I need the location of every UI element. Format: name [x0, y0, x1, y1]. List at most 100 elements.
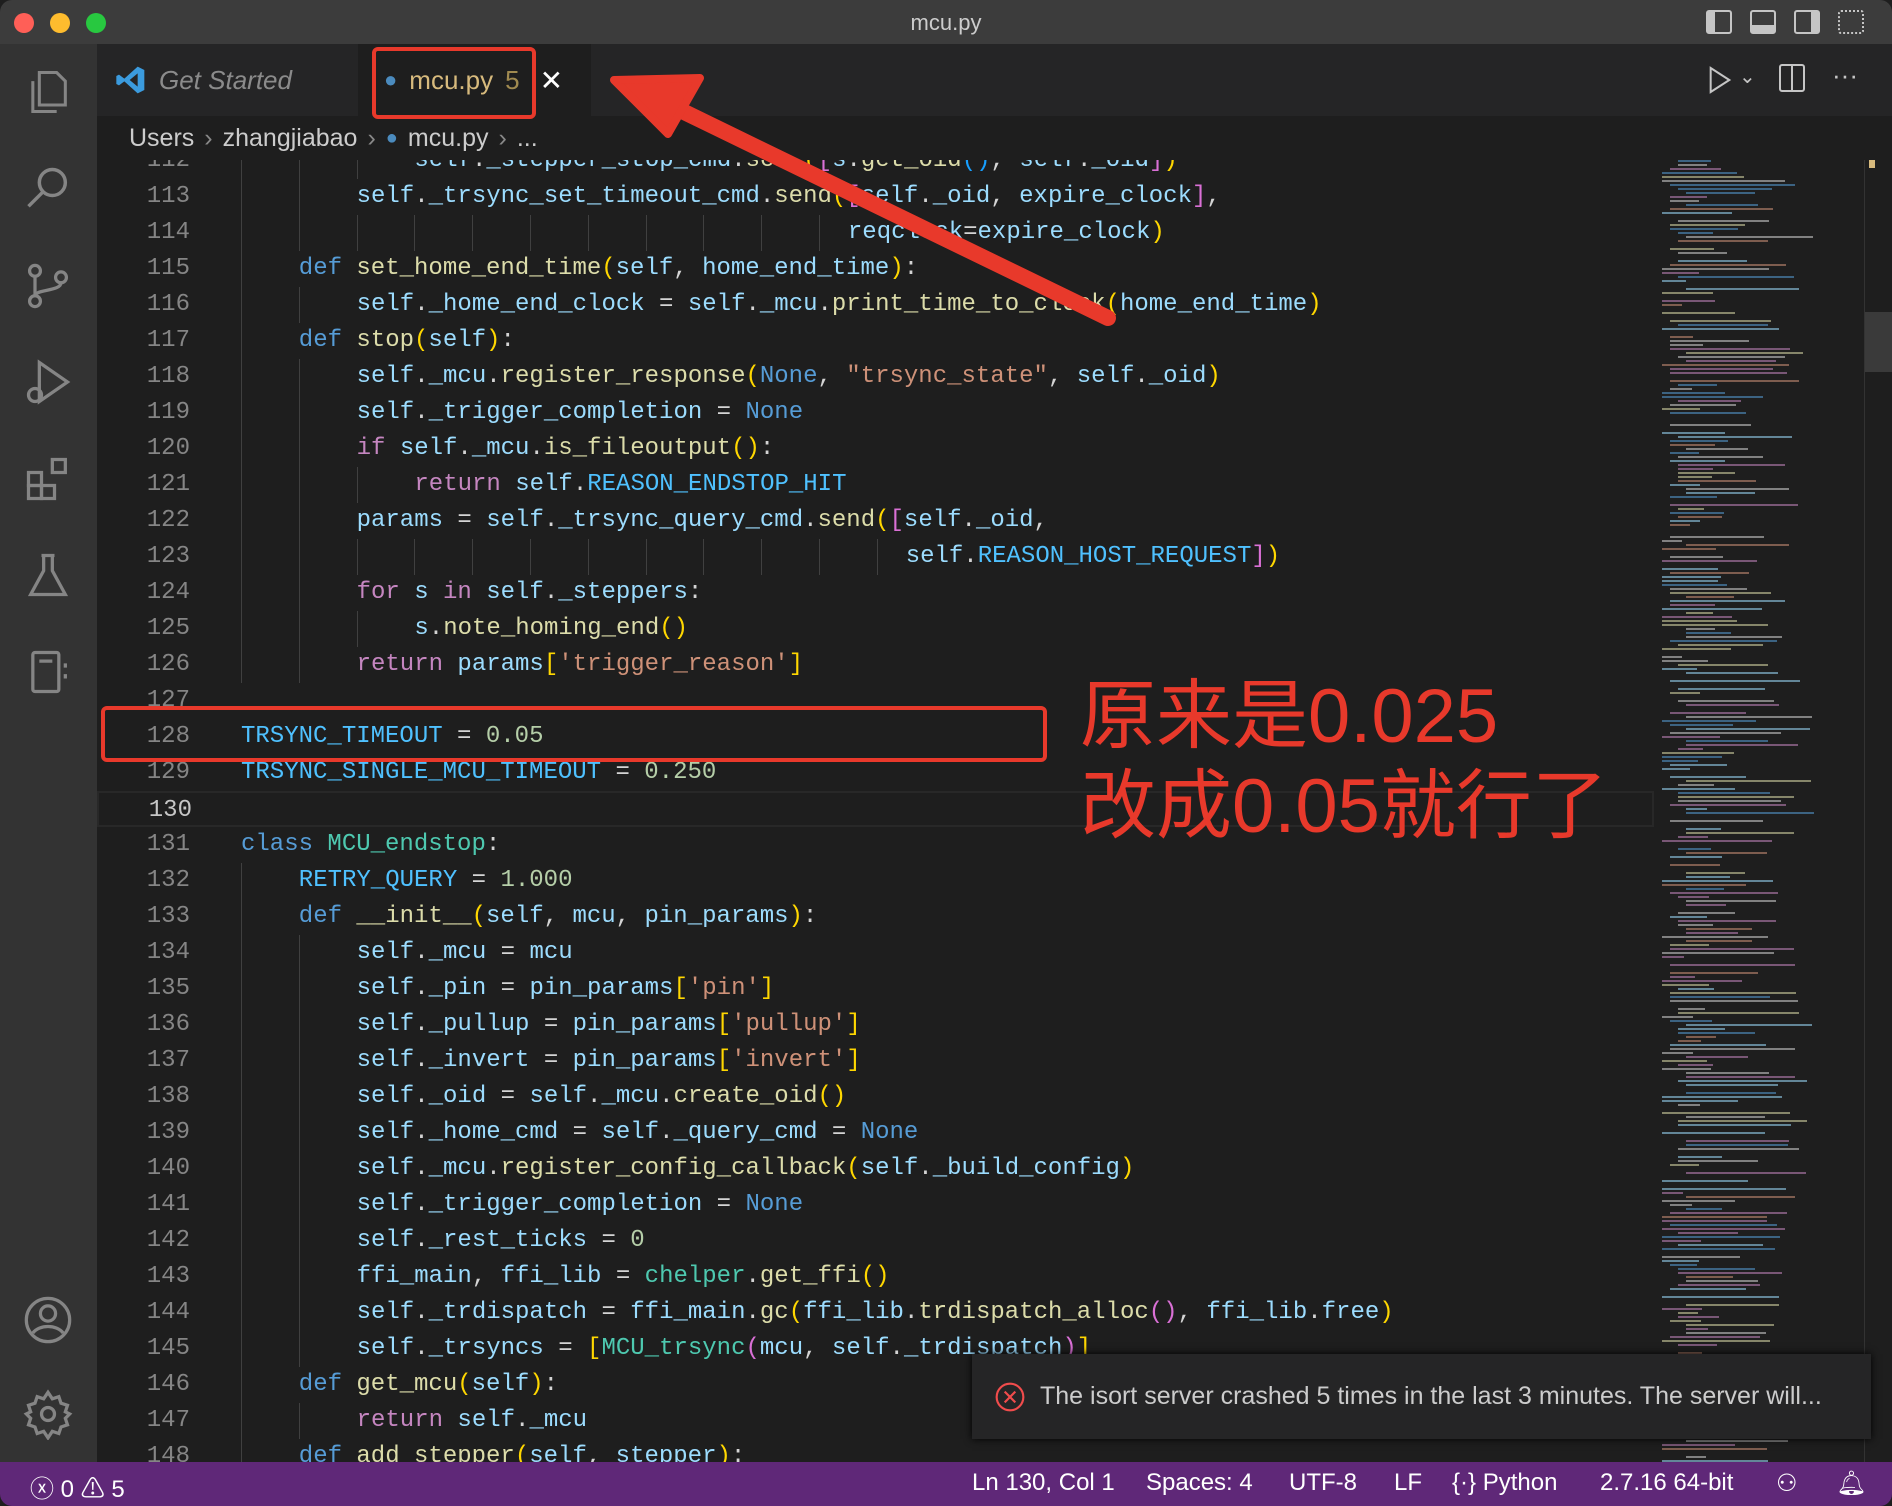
breadcrumb-item[interactable]: ... [517, 124, 538, 153]
source-control-icon[interactable] [22, 260, 74, 312]
code-token: . [745, 1263, 760, 1290]
code-line[interactable]: 148 def add_stepper(self, stepper): [97, 1439, 1654, 1462]
code-line[interactable]: 143 ffi_main, ffi_lib = chelper.get_ffi() [97, 1259, 1654, 1295]
code-line[interactable]: 136 self._pullup = pin_params['pullup'] [97, 1007, 1654, 1043]
code-line[interactable]: 144 self._trdispatch = ffi_main.gc(ffi_li… [97, 1295, 1654, 1331]
code-line[interactable]: 141 self._trigger_completion = None [97, 1187, 1654, 1223]
settings-gear-icon[interactable] [22, 1388, 74, 1440]
minimap-line [1662, 396, 1764, 398]
run-python-file-icon[interactable] [1702, 64, 1738, 96]
notifications-bell-icon[interactable]: 🔔︎ [1836, 1469, 1866, 1498]
code-token: expire_clock [977, 219, 1151, 246]
code-line[interactable]: 134 self._mcu = mcu [97, 935, 1654, 971]
code-line[interactable]: 135 self._pin = pin_params['pin'] [97, 971, 1654, 1007]
code-token: = [817, 1119, 861, 1146]
feedback-icon[interactable]: ⚇ [1776, 1469, 1798, 1498]
toggle-primary-sidebar-icon[interactable] [1706, 10, 1732, 34]
accounts-icon[interactable] [22, 1294, 74, 1346]
code-token: 'trigger_reason' [558, 651, 789, 678]
line-number: 138 [146, 1083, 190, 1110]
minimap-line [1670, 412, 1747, 414]
testing-icon[interactable] [22, 549, 74, 601]
code-line[interactable]: 121 return self.REASON_ENDSTOP_HIT [97, 467, 1654, 503]
customize-layout-icon[interactable] [1838, 10, 1864, 34]
minimap-line [1662, 1220, 1768, 1222]
search-icon[interactable] [22, 163, 74, 215]
language-mode[interactable]: {·} Python [1452, 1469, 1557, 1497]
minimap-line [1686, 904, 1727, 906]
notification-toast[interactable]: The isort server crashed 5 times in the … [972, 1354, 1871, 1439]
tab-get-started[interactable]: Get Started [97, 44, 358, 116]
minimap-line [1686, 672, 1778, 674]
code-line[interactable]: 118 self._mcu.register_response(None, "tr… [97, 359, 1654, 395]
breadcrumb-item[interactable]: zhangjiabao [223, 124, 358, 153]
indent-guide [241, 647, 242, 683]
code-text: reqclock=expire_clock) [848, 215, 1165, 251]
indent-guide [530, 539, 531, 575]
code-line[interactable]: 113 self._trsync_set_timeout_cmd.send([se… [97, 179, 1654, 215]
run-dropdown-chevron-icon[interactable]: ⌄ [1739, 64, 1756, 89]
code-line[interactable]: 116 self._home_end_clock = self._mcu.prin… [97, 287, 1654, 323]
minimap-line [1670, 496, 1718, 498]
code-token: if [356, 435, 400, 462]
end-of-line[interactable]: LF [1394, 1469, 1422, 1497]
code-line[interactable]: 138 self._oid = self._mcu.create_oid() [97, 1079, 1654, 1115]
explorer-icon[interactable] [22, 66, 74, 118]
indentation[interactable]: Spaces: 4 [1146, 1469, 1253, 1497]
code-line[interactable]: 119 self._trigger_completion = None [97, 395, 1654, 431]
code-token: . [731, 160, 746, 174]
minimap-line [1670, 168, 1722, 170]
toggle-panel-icon[interactable] [1750, 10, 1776, 34]
encoding[interactable]: UTF-8 [1289, 1469, 1357, 1497]
code-line[interactable]: 114 reqclock=expire_clock) [97, 215, 1654, 251]
scrollbar-thumb[interactable] [1865, 312, 1892, 372]
minimap-line [1662, 408, 1700, 410]
code-line[interactable]: 140 self._mcu.register_config_callback(se… [97, 1151, 1654, 1187]
code-text: return self._mcu [357, 1403, 587, 1439]
split-editor-icon[interactable] [1779, 64, 1805, 92]
extensions-icon[interactable] [22, 453, 74, 505]
code-line[interactable]: 139 self._home_cmd = self._query_cmd = No… [97, 1115, 1654, 1151]
vertical-scrollbar[interactable] [1864, 160, 1892, 1462]
minimap-line [1670, 336, 1694, 338]
code-line[interactable]: 117 def stop(self): [97, 323, 1654, 359]
code-token: ) [889, 255, 904, 282]
code-token: ) [1206, 363, 1221, 390]
minimap-line [1686, 204, 1758, 206]
minimap-line [1670, 228, 1739, 230]
minimap-line [1670, 972, 1759, 974]
code-line[interactable]: 137 self._invert = pin_params['invert'] [97, 1043, 1654, 1079]
minimap-line [1678, 1104, 1701, 1106]
cursor-position[interactable]: Ln 130, Col 1 [972, 1469, 1115, 1497]
minimap-line [1662, 432, 1725, 434]
code-line[interactable]: 124 for s in self._steppers: [97, 575, 1654, 611]
minimap-line [1686, 236, 1813, 238]
code-line[interactable]: 120 if self._mcu.is_fileoutput(): [97, 431, 1654, 467]
annotation-highlight-line-128 [101, 706, 1047, 762]
minimap-line [1670, 764, 1728, 766]
problems-indicator[interactable]: ⓧ 0 ⚠ 5 [30, 1469, 125, 1504]
code-line[interactable]: 133 def __init__(self, mcu, pin_params): [97, 899, 1654, 935]
code-line[interactable]: 123 self.REASON_HOST_REQUEST]) [97, 539, 1654, 575]
code-line[interactable]: 142 self._rest_ticks = 0 [97, 1223, 1654, 1259]
breadcrumb-item[interactable]: Users [129, 124, 194, 153]
code-line[interactable]: 122 params = self._trsync_query_cmd.send(… [97, 503, 1654, 539]
code-token: self [356, 1047, 415, 1074]
remote-explorer-icon[interactable] [22, 646, 74, 698]
code-token: class [241, 831, 328, 858]
minimap-line [1686, 1072, 1769, 1074]
code-line[interactable]: 132 RETRY_QUERY = 1.000 [97, 863, 1654, 899]
code-line[interactable]: 115 def set_home_end_time(self, home_end_… [97, 251, 1654, 287]
toggle-secondary-sidebar-icon[interactable] [1794, 10, 1820, 34]
breadcrumb-item[interactable]: mcu.py [408, 124, 489, 153]
code-token: () [961, 160, 991, 174]
python-interpreter[interactable]: 2.7.16 64-bit [1600, 1469, 1733, 1497]
more-actions-icon[interactable]: ··· [1832, 60, 1858, 91]
code-line[interactable]: 112 self._stepper_stop_cmd.send([s.get_oi… [97, 160, 1654, 179]
code-line[interactable]: 125 s.note_homing_end() [97, 611, 1654, 647]
indent-guide [241, 575, 242, 611]
code-token: pin_params [529, 975, 674, 1002]
close-tab-icon[interactable]: ✕ [540, 64, 563, 97]
minimap[interactable] [1654, 160, 1864, 1462]
run-debug-icon[interactable] [22, 356, 74, 408]
